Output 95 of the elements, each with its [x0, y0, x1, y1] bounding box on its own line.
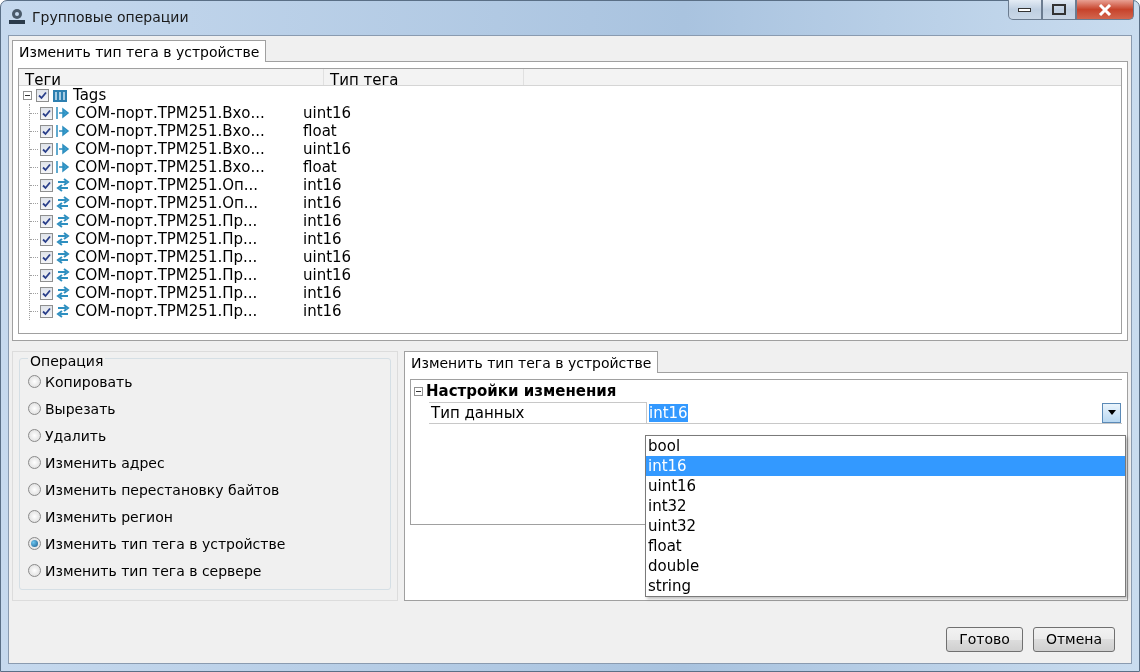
- collapse-toggle[interactable]: [414, 386, 423, 396]
- tree-item[interactable]: COM-порт.ТРМ251.Вхо...: [75, 122, 303, 140]
- checkbox[interactable]: [40, 286, 53, 300]
- property-label: Тип данных: [429, 402, 647, 424]
- maximize-button[interactable]: [1042, 0, 1076, 20]
- tag-type-cell: int16: [303, 212, 342, 230]
- tab[interactable]: Изменить тип тега в устройстве: [404, 351, 659, 373]
- tree-item[interactable]: COM-порт.ТРМ251.Пр...: [75, 284, 303, 302]
- tree-item[interactable]: COM-порт.ТРМ251.Оп...: [75, 176, 303, 194]
- radio-button[interactable]: [28, 564, 41, 577]
- radio-label[interactable]: Изменить адрес: [45, 454, 165, 471]
- radio-label[interactable]: Изменить тип тега в сервере: [45, 562, 262, 579]
- dropdown-option[interactable]: double: [646, 556, 1125, 576]
- dialog-button[interactable]: Отмена: [1032, 626, 1115, 652]
- checkbox[interactable]: [40, 232, 53, 246]
- tree-item[interactable]: COM-порт.ТРМ251.Пр...: [75, 248, 303, 266]
- tree-item[interactable]: COM-порт.ТРМ251.Оп...: [75, 194, 303, 212]
- checkbox[interactable]: [40, 250, 53, 264]
- close-icon: [1098, 3, 1112, 16]
- tag-type-cell: uint16: [303, 140, 352, 158]
- tag-type-cell: uint16: [303, 104, 352, 122]
- dropdown-option[interactable]: string: [646, 576, 1125, 596]
- radio-button[interactable]: [28, 537, 41, 550]
- double-arrow-icon: [56, 178, 70, 192]
- dropdown-option[interactable]: float: [646, 536, 1125, 556]
- tag-type-cell: uint16: [303, 248, 352, 266]
- radio-button[interactable]: [28, 483, 41, 496]
- radio-button[interactable]: [28, 429, 41, 442]
- tree-item[interactable]: COM-порт.ТРМ251.Вхо...: [75, 104, 303, 122]
- tree-item[interactable]: COM-порт.ТРМ251.Вхо...: [75, 158, 303, 176]
- checkbox[interactable]: [40, 214, 53, 228]
- checkbox[interactable]: [40, 160, 53, 174]
- dropdown-option[interactable]: int32: [646, 496, 1125, 516]
- tag-type-cell: float: [303, 158, 337, 176]
- double-arrow-icon: [56, 268, 70, 282]
- tag-type-cell: uint16: [303, 266, 352, 284]
- double-arrow-icon: [56, 250, 70, 264]
- double-arrow-icon: [56, 232, 70, 246]
- radio-button[interactable]: [28, 456, 41, 469]
- radio-button[interactable]: [28, 402, 41, 415]
- dropdown-button[interactable]: [1102, 402, 1121, 423]
- tree-item[interactable]: Tags: [73, 86, 107, 104]
- arrow-icon: [56, 160, 70, 174]
- tag-type-cell: float: [303, 122, 337, 140]
- column-header[interactable]: Теги: [19, 69, 324, 85]
- caret-icon: [1107, 410, 1116, 415]
- tag-type-cell: int16: [303, 284, 342, 302]
- app-logo-icon: [8, 7, 26, 25]
- checkbox[interactable]: [40, 124, 53, 138]
- radio-label[interactable]: Копировать: [45, 373, 133, 390]
- checkbox[interactable]: [40, 178, 53, 192]
- tag-type-cell: int16: [303, 230, 342, 248]
- group-title: Операция: [28, 353, 106, 369]
- checkbox[interactable]: [40, 106, 53, 120]
- radio-label[interactable]: Удалить: [45, 427, 107, 444]
- folder-tags-icon: [52, 87, 68, 103]
- double-arrow-icon: [56, 214, 70, 228]
- checkbox[interactable]: [40, 304, 53, 318]
- double-arrow-icon: [56, 304, 70, 318]
- tree-item[interactable]: COM-порт.ТРМ251.Пр...: [75, 230, 303, 248]
- tab[interactable]: Изменить тип тега в устройстве: [12, 40, 267, 62]
- dropdown-option[interactable]: bool: [646, 436, 1125, 456]
- dropdown-option[interactable]: uint16: [646, 476, 1125, 496]
- minimize-button[interactable]: [1008, 0, 1042, 20]
- radio-label[interactable]: Изменить регион: [45, 508, 173, 525]
- radio-label[interactable]: Вырезать: [45, 400, 116, 417]
- tag-type-cell: int16: [303, 194, 342, 212]
- tree-item[interactable]: COM-порт.ТРМ251.Вхо...: [75, 140, 303, 158]
- radio-button[interactable]: [28, 375, 41, 388]
- radio-label[interactable]: Изменить перестановку байтов: [45, 481, 280, 498]
- arrow-icon: [56, 142, 70, 156]
- minimize-icon: [1018, 6, 1032, 13]
- tag-type-cell: int16: [303, 302, 342, 320]
- dialog-button[interactable]: Готово: [946, 626, 1023, 652]
- radio-button[interactable]: [28, 510, 41, 523]
- radio-label[interactable]: Изменить тип тега в устройстве: [45, 535, 286, 552]
- checkbox[interactable]: [40, 196, 53, 210]
- section-header: Настройки изменения: [426, 382, 617, 400]
- tree-item[interactable]: COM-порт.ТРМ251.Пр...: [75, 212, 303, 230]
- checkbox[interactable]: [40, 142, 53, 156]
- double-arrow-icon: [56, 286, 70, 300]
- checkbox[interactable]: [36, 88, 49, 102]
- tree-item[interactable]: COM-порт.ТРМ251.Пр...: [75, 302, 303, 320]
- checkbox[interactable]: [40, 268, 53, 282]
- close-button[interactable]: [1076, 0, 1134, 20]
- dropdown-option[interactable]: uint32: [646, 516, 1125, 536]
- maximize-icon: [1052, 4, 1066, 15]
- column-header[interactable]: Тип тега: [324, 69, 524, 85]
- double-arrow-icon: [56, 196, 70, 210]
- arrow-icon: [56, 106, 70, 120]
- tag-type-cell: int16: [303, 176, 342, 194]
- window-title: Групповые операции: [32, 8, 189, 25]
- tree-item[interactable]: COM-порт.ТРМ251.Пр...: [75, 266, 303, 284]
- collapse-toggle[interactable]: [23, 90, 32, 100]
- arrow-icon: [56, 124, 70, 138]
